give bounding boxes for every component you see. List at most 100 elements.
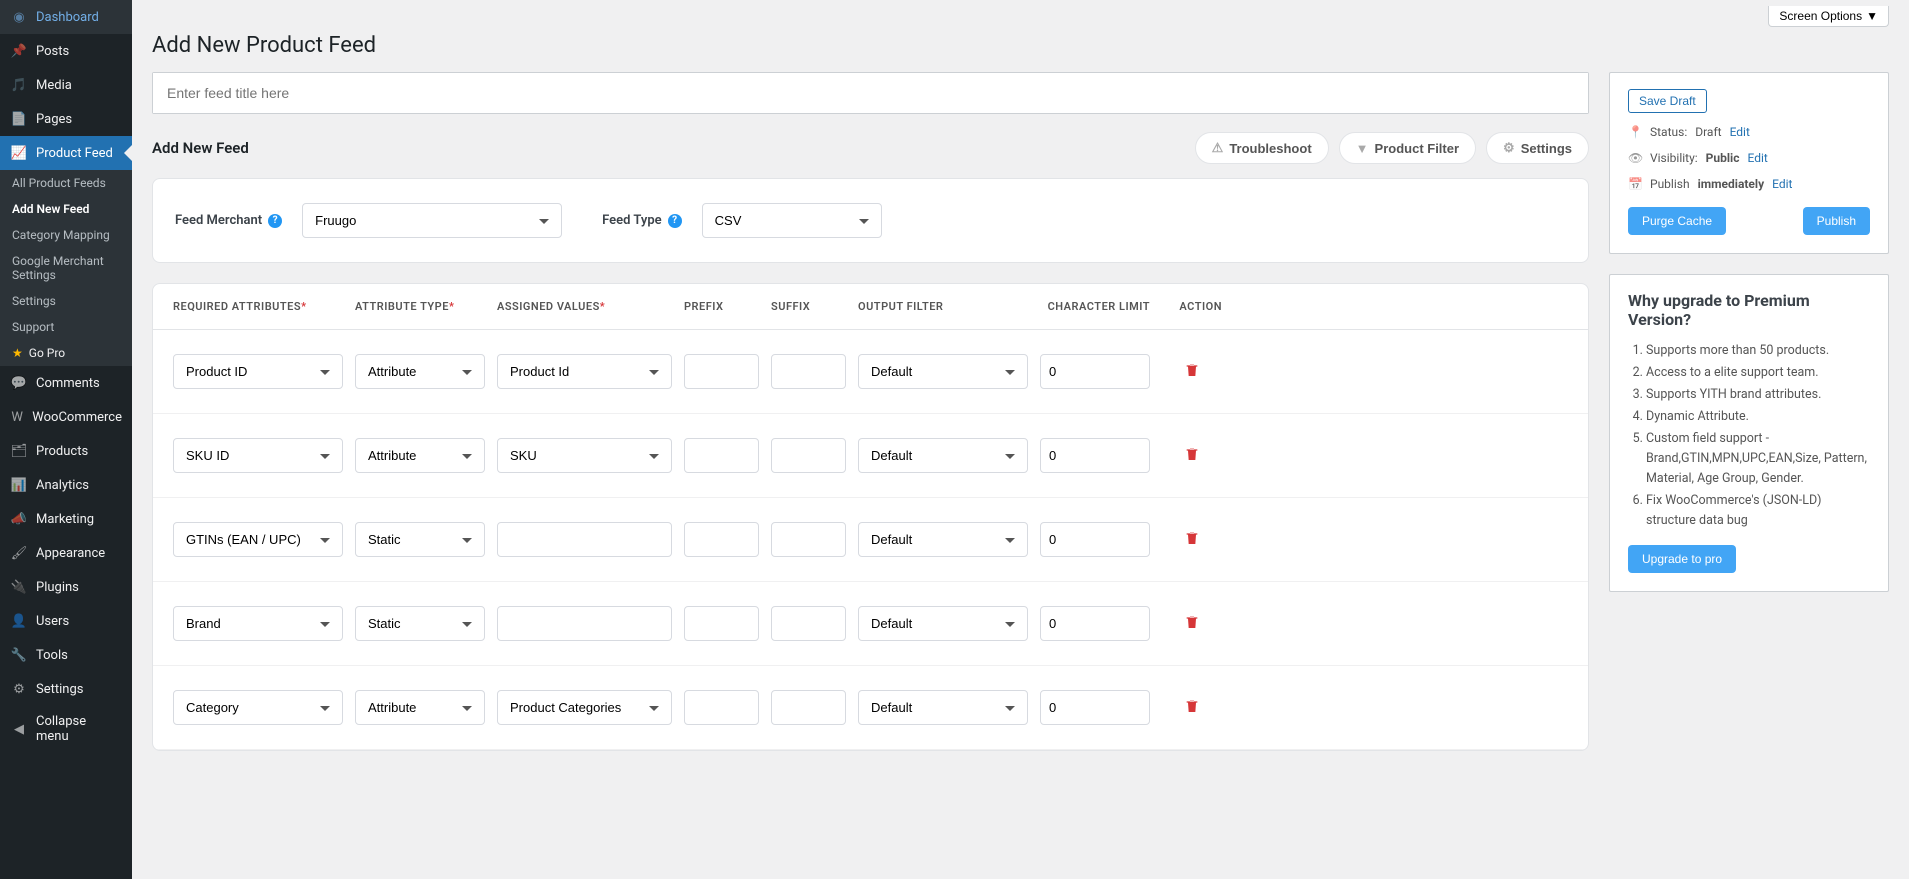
required-attr-select[interactable]: Category bbox=[173, 690, 343, 725]
sidebar-sub-all-product-feeds[interactable]: All Product Feeds bbox=[0, 170, 132, 196]
trash-icon[interactable] bbox=[1184, 446, 1200, 466]
collapse-icon: ◀ bbox=[10, 720, 28, 738]
sidebar-item-posts[interactable]: 📌 Posts bbox=[0, 34, 132, 68]
prefix-input[interactable] bbox=[684, 690, 759, 725]
sidebar-item-collapse-menu[interactable]: ◀ Collapse menu bbox=[0, 706, 132, 752]
required-attr-select[interactable]: SKU ID bbox=[173, 438, 343, 473]
char-limit-input[interactable] bbox=[1040, 690, 1150, 725]
publish-box: Save Draft 📍 Status: Draft Edit 👁 Visibi… bbox=[1609, 72, 1889, 254]
attr-type-select[interactable]: Attribute bbox=[355, 690, 485, 725]
feed-merchant-select[interactable]: Fruugo bbox=[302, 203, 562, 238]
output-filter-select[interactable]: Default bbox=[858, 606, 1028, 641]
help-icon[interactable]: ? bbox=[268, 214, 282, 228]
purge-cache-button[interactable]: Purge Cache bbox=[1628, 207, 1726, 235]
warning-icon: ⚠ bbox=[1212, 140, 1224, 156]
suffix-input[interactable] bbox=[771, 522, 846, 557]
trash-icon[interactable] bbox=[1184, 362, 1200, 382]
sidebar-item-settings[interactable]: ⚙ Settings bbox=[0, 672, 132, 706]
troubleshoot-button[interactable]: ⚠ Troubleshoot bbox=[1195, 132, 1329, 164]
suffix-input[interactable] bbox=[771, 606, 846, 641]
edit-status-link[interactable]: Edit bbox=[1730, 125, 1750, 139]
settings-button[interactable]: ⚙ Settings bbox=[1486, 132, 1589, 164]
analytics-icon: 📊 bbox=[10, 476, 28, 494]
suffix-input[interactable] bbox=[771, 354, 846, 389]
select-value: Attribute bbox=[368, 448, 416, 463]
sidebar-item-dashboard[interactable]: ◉ Dashboard bbox=[0, 0, 132, 34]
sidebar-item-comments[interactable]: 💬 Comments bbox=[0, 366, 132, 400]
select-value: Category bbox=[186, 700, 239, 715]
output-filter-select[interactable]: Default bbox=[858, 690, 1028, 725]
select-value: Attribute bbox=[368, 700, 416, 715]
required-attr-select[interactable]: Brand bbox=[173, 606, 343, 641]
attr-type-select[interactable]: Static bbox=[355, 522, 485, 557]
sidebar-sub-support[interactable]: Support bbox=[0, 314, 132, 340]
output-filter-select[interactable]: Default bbox=[858, 522, 1028, 557]
sidebar-item-appearance[interactable]: 🖌 Appearance bbox=[0, 536, 132, 570]
col-prefix: PREFIX bbox=[684, 300, 759, 313]
sidebar-item-marketing[interactable]: 📣 Marketing bbox=[0, 502, 132, 536]
prefix-input[interactable] bbox=[684, 438, 759, 473]
sidebar-item-woocommerce[interactable]: W WooCommerce bbox=[0, 400, 132, 434]
sidebar-sub-go-pro[interactable]: ★ Go Pro bbox=[0, 340, 132, 366]
woo-icon: W bbox=[10, 408, 24, 426]
select-value: Fruugo bbox=[315, 213, 356, 228]
gear-icon: ⚙ bbox=[1503, 140, 1515, 156]
suffix-input[interactable] bbox=[771, 690, 846, 725]
attr-type-select[interactable]: Static bbox=[355, 606, 485, 641]
sidebar-item-media[interactable]: 🎵 Media bbox=[0, 68, 132, 102]
upgrade-button[interactable]: Upgrade to pro bbox=[1628, 545, 1736, 573]
button-label: Troubleshoot bbox=[1229, 141, 1311, 156]
sidebar-item-users[interactable]: 👤 Users bbox=[0, 604, 132, 638]
assigned-value-select[interactable]: SKU bbox=[497, 438, 672, 473]
sidebar-sub-settings[interactable]: Settings bbox=[0, 288, 132, 314]
sidebar-sub-google-merchant-settings[interactable]: Google Merchant Settings bbox=[0, 248, 132, 288]
publish-button[interactable]: Publish bbox=[1803, 207, 1870, 235]
required-attr-select[interactable]: GTINs (EAN / UPC) bbox=[173, 522, 343, 557]
prefix-input[interactable] bbox=[684, 354, 759, 389]
sidebar-item-label: Posts bbox=[36, 44, 69, 59]
product-filter-button[interactable]: ▼ Product Filter bbox=[1339, 132, 1476, 164]
products-icon: 🗂 bbox=[10, 442, 28, 460]
edit-publish-link[interactable]: Edit bbox=[1772, 177, 1792, 191]
prefix-input[interactable] bbox=[684, 522, 759, 557]
feed-type-select[interactable]: CSV bbox=[702, 203, 882, 238]
required-attr-select[interactable]: Product ID bbox=[173, 354, 343, 389]
sidebar-sub-add-new-feed[interactable]: Add New Feed bbox=[0, 196, 132, 222]
sidebar-item-tools[interactable]: 🔧 Tools bbox=[0, 638, 132, 672]
char-limit-input[interactable] bbox=[1040, 354, 1150, 389]
screen-options-button[interactable]: Screen Options ▼ bbox=[1768, 6, 1889, 27]
save-draft-button[interactable]: Save Draft bbox=[1628, 89, 1707, 113]
trash-icon[interactable] bbox=[1184, 614, 1200, 634]
assigned-value-select[interactable]: Product Id bbox=[497, 354, 672, 389]
output-filter-select[interactable]: Default bbox=[858, 438, 1028, 473]
edit-visibility-link[interactable]: Edit bbox=[1747, 151, 1767, 165]
trash-icon[interactable] bbox=[1184, 698, 1200, 718]
sidebar-item-label: Settings bbox=[36, 682, 83, 697]
sidebar-item-analytics[interactable]: 📊 Analytics bbox=[0, 468, 132, 502]
assigned-value-select[interactable]: Product Categories bbox=[497, 690, 672, 725]
help-icon[interactable]: ? bbox=[668, 214, 682, 228]
char-limit-input[interactable] bbox=[1040, 606, 1150, 641]
assigned-value-input[interactable] bbox=[497, 606, 672, 641]
sidebar-item-products[interactable]: 🗂 Products bbox=[0, 434, 132, 468]
prefix-input[interactable] bbox=[684, 606, 759, 641]
char-limit-input[interactable] bbox=[1040, 438, 1150, 473]
sidebar-sub-label: Go Pro bbox=[29, 346, 65, 360]
assigned-value-input[interactable] bbox=[497, 522, 672, 557]
sidebar-item-pages[interactable]: 📄 Pages bbox=[0, 102, 132, 136]
screen-options-label: Screen Options bbox=[1779, 9, 1862, 23]
trash-icon[interactable] bbox=[1184, 530, 1200, 550]
char-limit-input[interactable] bbox=[1040, 522, 1150, 557]
sidebar-sub-category-mapping[interactable]: Category Mapping bbox=[0, 222, 132, 248]
select-value: Default bbox=[871, 364, 912, 379]
settings-icon: ⚙ bbox=[10, 680, 28, 698]
sidebar-item-product-feed[interactable]: 📈 Product Feed bbox=[0, 136, 132, 170]
output-filter-select[interactable]: Default bbox=[858, 354, 1028, 389]
sidebar-item-plugins[interactable]: 🔌 Plugins bbox=[0, 570, 132, 604]
col-assigned: ASSIGNED VALUES bbox=[497, 300, 672, 313]
attr-type-select[interactable]: Attribute bbox=[355, 438, 485, 473]
sidebar-item-label: Analytics bbox=[36, 478, 89, 493]
attr-type-select[interactable]: Attribute bbox=[355, 354, 485, 389]
suffix-input[interactable] bbox=[771, 438, 846, 473]
feed-title-input[interactable] bbox=[153, 73, 1588, 113]
